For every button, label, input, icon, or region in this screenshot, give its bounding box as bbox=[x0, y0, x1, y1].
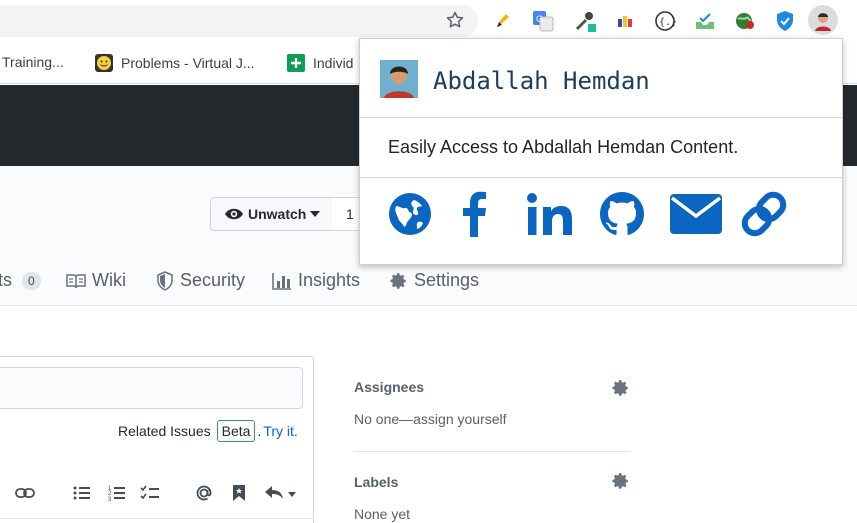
browser-toolbar: G {.} bbox=[0, 0, 857, 42]
svg-text:{.}: {.} bbox=[659, 17, 676, 28]
bookmark-item[interactable]: Problems - Virtual J... bbox=[95, 54, 255, 72]
tab-label: Insights bbox=[298, 270, 361, 290]
sheets-plus-icon bbox=[287, 54, 305, 72]
link-icon[interactable] bbox=[738, 187, 790, 241]
popup-description: Easily Access to Abdallah Hemdan Content… bbox=[388, 137, 739, 157]
extension-popup: Abdallah Hemdan Easily Access to Abdalla… bbox=[359, 38, 843, 265]
assignees-value[interactable]: No one—assign yourself bbox=[354, 411, 507, 427]
task-list-icon[interactable] bbox=[139, 482, 161, 504]
code-brackets-extension-icon[interactable]: {.} bbox=[654, 10, 676, 32]
profile-extension-icon[interactable] bbox=[808, 5, 838, 35]
toolbar-divider bbox=[0, 518, 314, 519]
tab-label: Wiki bbox=[92, 270, 126, 290]
bookmark-label: Training... bbox=[2, 54, 64, 70]
svg-text:3: 3 bbox=[108, 497, 112, 502]
screen: G {.} Training... Problems - Virtual J..… bbox=[0, 0, 857, 523]
website-icon[interactable] bbox=[387, 187, 433, 241]
tab-counter: 0 bbox=[22, 271, 41, 290]
issue-title-input[interactable] bbox=[0, 367, 303, 409]
related-issues-label: Related Issues bbox=[118, 423, 211, 439]
tab-label: Settings bbox=[414, 270, 480, 290]
unwatch-button[interactable]: Unwatch bbox=[210, 197, 333, 231]
assignees-gear-icon[interactable] bbox=[612, 379, 630, 397]
linkedin-icon[interactable] bbox=[526, 187, 574, 241]
tab-label: ts bbox=[0, 270, 13, 290]
labels-value: None yet bbox=[354, 506, 411, 522]
gear-icon bbox=[390, 272, 406, 289]
labels-heading: Labels bbox=[354, 474, 399, 490]
eyedropper-extension-icon[interactable] bbox=[574, 10, 596, 32]
unwatch-label: Unwatch bbox=[248, 206, 307, 222]
graph-icon bbox=[272, 272, 291, 290]
popup-divider bbox=[360, 177, 842, 178]
popup-divider bbox=[360, 117, 842, 118]
bookmark-star-icon[interactable] bbox=[445, 10, 465, 30]
email-icon[interactable] bbox=[668, 187, 724, 241]
color-bars-extension-icon[interactable] bbox=[614, 10, 636, 32]
inbox-check-extension-icon[interactable] bbox=[694, 10, 716, 32]
labels-gear-icon[interactable] bbox=[612, 472, 630, 490]
book-icon bbox=[66, 273, 86, 288]
facebook-icon[interactable] bbox=[457, 187, 491, 241]
bookmark-item[interactable]: Training... bbox=[2, 54, 64, 70]
shield-icon bbox=[157, 270, 173, 291]
try-it-link[interactable]: Try it. bbox=[263, 423, 297, 439]
tab-insights[interactable]: Insights bbox=[272, 270, 360, 291]
shield-extension-icon[interactable] bbox=[774, 10, 796, 32]
related-issues: Related Issues Beta. Try it. bbox=[118, 420, 298, 442]
svg-text:G: G bbox=[536, 14, 543, 24]
globe-download-extension-icon[interactable] bbox=[734, 10, 756, 32]
tab-settings[interactable]: Settings bbox=[390, 270, 479, 291]
tab-label: Security bbox=[180, 270, 246, 290]
mention-icon[interactable] bbox=[193, 482, 215, 504]
eye-icon bbox=[225, 208, 243, 220]
tab-pull-requests[interactable]: ts 0 bbox=[0, 270, 41, 291]
highlighter-extension-icon[interactable] bbox=[492, 10, 514, 32]
translate-extension-icon[interactable]: G bbox=[532, 10, 554, 32]
popup-name: Abdallah Hemdan bbox=[433, 67, 650, 95]
reply-icon[interactable] bbox=[262, 482, 300, 504]
smiley-icon bbox=[95, 54, 113, 72]
link-icon[interactable] bbox=[14, 482, 36, 504]
bulleted-list-icon[interactable] bbox=[71, 482, 93, 504]
assignees-heading: Assignees bbox=[354, 379, 425, 395]
beta-badge: Beta bbox=[216, 420, 256, 442]
avatar bbox=[380, 60, 418, 98]
bookmark-item[interactable]: Individ bbox=[287, 54, 353, 72]
github-icon[interactable] bbox=[598, 187, 646, 241]
numbered-list-icon[interactable]: 123 bbox=[106, 482, 128, 504]
bookmark-icon[interactable] bbox=[228, 482, 250, 504]
tab-wiki[interactable]: Wiki bbox=[66, 270, 126, 291]
tab-security[interactable]: Security bbox=[156, 270, 245, 291]
sidebar-divider bbox=[354, 451, 630, 452]
bookmark-label: Individ bbox=[313, 55, 354, 71]
address-bar[interactable] bbox=[0, 5, 478, 37]
caret-down-icon bbox=[310, 211, 321, 217]
bookmark-label: Problems - Virtual J... bbox=[121, 55, 255, 71]
